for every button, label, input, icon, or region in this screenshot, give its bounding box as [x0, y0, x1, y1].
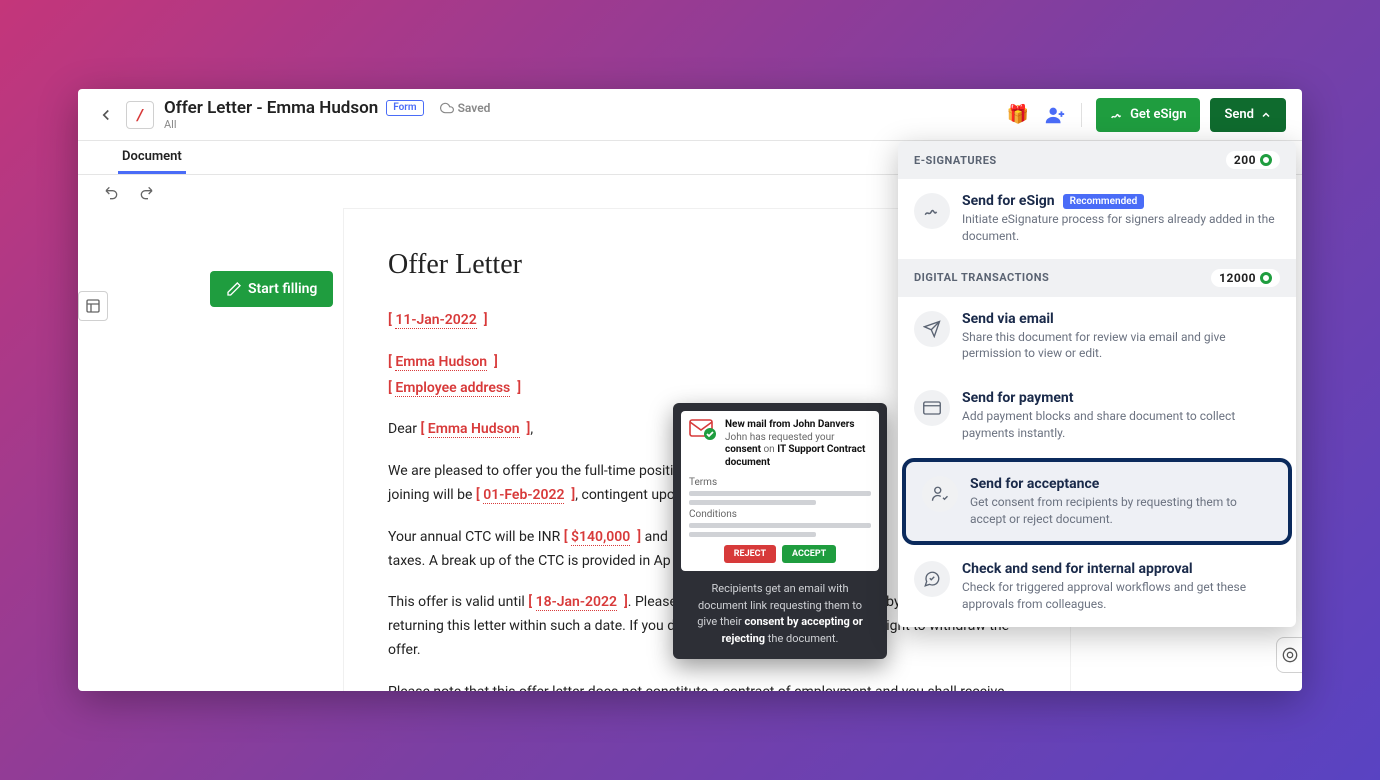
app-logo: /	[126, 101, 154, 129]
send-button[interactable]: Send	[1210, 98, 1286, 132]
top-bar: / Offer Letter - Emma Hudson Form Saved …	[78, 89, 1302, 141]
tooltip-mail-title: New mail from John Danvers	[725, 419, 855, 430]
menu-send-via-email[interactable]: Send via emailShare this document for re…	[898, 297, 1296, 377]
form-badge: Form	[386, 100, 423, 116]
field-address[interactable]: Employee address	[395, 380, 510, 397]
divider	[1081, 103, 1082, 127]
outline-button[interactable]	[78, 291, 108, 321]
tooltip-accept-button: ACCEPT	[782, 545, 836, 563]
menu-send-for-payment[interactable]: Send for paymentAdd payment blocks and s…	[898, 376, 1296, 456]
left-rail	[78, 209, 108, 321]
field-name[interactable]: Emma Hudson	[395, 354, 487, 371]
menu-send-for-esign[interactable]: Send for eSignRecommended Initiate eSign…	[898, 179, 1296, 259]
saved-indicator: Saved	[440, 101, 491, 115]
signature-icon	[914, 193, 950, 229]
tab-document[interactable]: Document	[118, 141, 186, 174]
recommended-badge: Recommended	[1063, 194, 1145, 209]
paper-plane-icon	[914, 311, 950, 347]
signature-icon	[1110, 108, 1124, 122]
esign-count: 200	[1226, 151, 1280, 169]
menu-send-for-acceptance[interactable]: Send for acceptanceGet consent from reci…	[902, 458, 1292, 546]
tooltip-preview-card: New mail from John Danvers John has requ…	[681, 411, 879, 571]
transactions-count: 12000	[1211, 269, 1280, 287]
add-person-icon[interactable]	[1043, 103, 1067, 127]
cloud-icon	[440, 101, 454, 115]
tooltip-reject-button: REJECT	[724, 545, 776, 563]
tooltip-popover: New mail from John Danvers John has requ…	[673, 403, 887, 659]
chat-check-icon	[914, 561, 950, 597]
app-window: / Offer Letter - Emma Hudson Form Saved …	[78, 89, 1302, 691]
envelope-check-icon	[689, 419, 717, 441]
undo-button[interactable]	[102, 182, 122, 202]
chevron-up-icon	[1260, 109, 1272, 121]
redo-button[interactable]	[136, 182, 156, 202]
back-button[interactable]	[94, 103, 118, 127]
person-check-icon	[922, 476, 958, 512]
get-esign-button[interactable]: Get eSign	[1096, 98, 1200, 132]
send-dropdown: E-SIGNATURES 200 Send for eSignRecommend…	[898, 141, 1296, 627]
menu-internal-approval[interactable]: Check and send for internal approvalChec…	[898, 547, 1296, 627]
pencil-icon	[226, 281, 242, 297]
document-title: Offer Letter - Emma Hudson	[164, 98, 378, 118]
status-dot-icon	[1260, 272, 1272, 284]
field-ctc[interactable]: $140,000	[571, 529, 630, 546]
breadcrumb[interactable]: All	[164, 118, 490, 131]
payment-icon	[914, 390, 950, 426]
tooltip-description: Recipients get an email with document li…	[681, 571, 879, 651]
help-fab[interactable]	[1276, 637, 1302, 673]
field-name2[interactable]: Emma Hudson	[428, 421, 520, 438]
field-valid-until[interactable]: 18-Jan-2022	[536, 594, 617, 611]
section-digital-transactions: DIGITAL TRANSACTIONS 12000	[898, 259, 1296, 297]
title-block: Offer Letter - Emma Hudson Form Saved Al…	[164, 98, 490, 132]
field-date[interactable]: 11-Jan-2022	[395, 312, 476, 329]
start-filling-button[interactable]: Start filling	[210, 271, 333, 307]
field-join-date[interactable]: 01-Feb-2022	[483, 487, 564, 504]
section-esignatures: E-SIGNATURES 200	[898, 141, 1296, 179]
status-dot-icon	[1260, 154, 1272, 166]
gift-icon[interactable]: 🎁	[1007, 104, 1029, 125]
